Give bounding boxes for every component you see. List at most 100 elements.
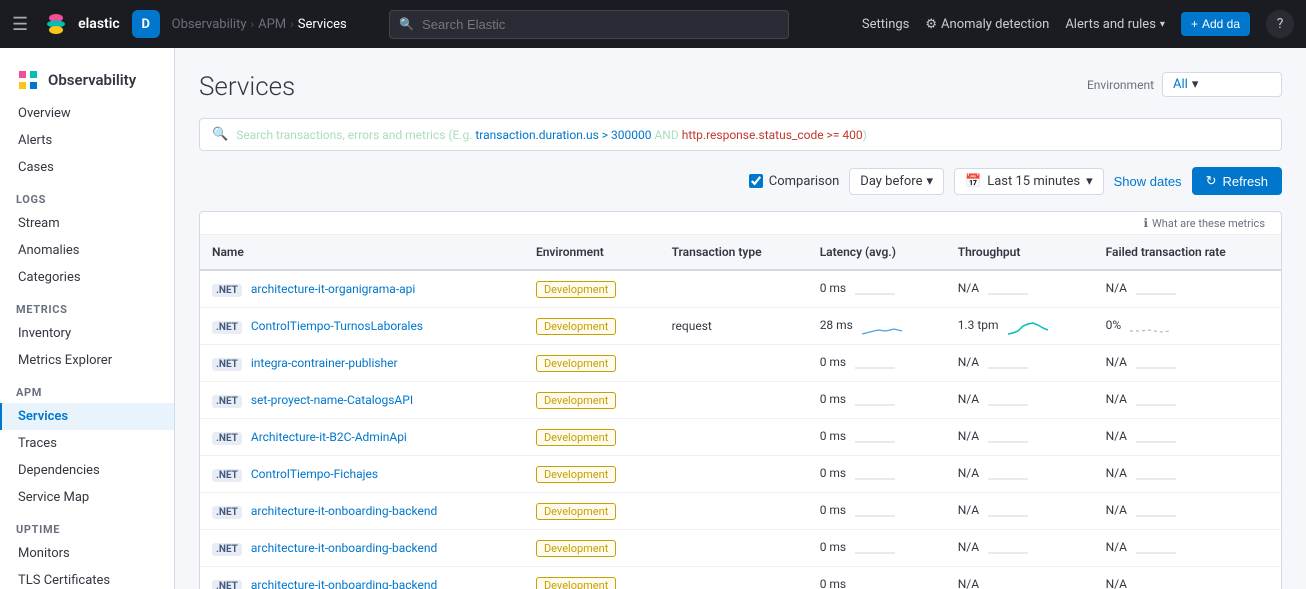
service-failed-cell: N/A bbox=[1094, 419, 1281, 456]
service-failed-cell: 0% bbox=[1094, 308, 1281, 345]
sidebar-item-overview[interactable]: Overview bbox=[0, 100, 174, 127]
sidebar-item-service-map[interactable]: Service Map bbox=[0, 484, 174, 511]
service-throughput-cell: N/A bbox=[946, 530, 1094, 567]
sidebar-item-dependencies[interactable]: Dependencies bbox=[0, 457, 174, 484]
latency-value: 0 ms bbox=[820, 281, 846, 295]
col-environment[interactable]: Environment bbox=[524, 235, 660, 270]
service-env-cell: Development bbox=[524, 308, 660, 345]
service-latency-cell: 0 ms bbox=[808, 567, 946, 589]
services-data-table: Name Environment Transaction type Latenc… bbox=[200, 235, 1281, 589]
service-link[interactable]: set-proyect-name-CatalogsAPI bbox=[251, 393, 413, 407]
col-failed-rate[interactable]: Failed transaction rate bbox=[1094, 235, 1281, 270]
service-link[interactable]: ControlTiempo-Fichajes bbox=[251, 467, 378, 481]
filter-bar[interactable]: 🔍 Search transactions, errors and metric… bbox=[199, 118, 1282, 151]
table-row: .NET Architecture-it-B2C-AdminApi Develo… bbox=[200, 419, 1281, 456]
net-badge: .NET bbox=[212, 469, 242, 482]
hamburger-icon[interactable]: ☰ bbox=[12, 14, 28, 35]
time-range-picker[interactable]: 📅 Last 15 minutes ▾ bbox=[954, 168, 1104, 195]
sidebar-item-categories[interactable]: Categories bbox=[0, 264, 174, 291]
service-latency-cell: 0 ms bbox=[808, 493, 946, 530]
service-failed-cell: N/A bbox=[1094, 530, 1281, 567]
env-tag: Development bbox=[536, 503, 616, 520]
service-throughput-cell: 1.3 tpm bbox=[946, 308, 1094, 345]
filter-placeholder: Search transactions, errors and metrics … bbox=[236, 128, 1269, 142]
sidebar-item-inventory[interactable]: Inventory bbox=[0, 320, 174, 347]
latency-chart bbox=[855, 390, 895, 410]
env-tag: Development bbox=[536, 355, 616, 372]
show-dates-button[interactable]: Show dates bbox=[1114, 174, 1182, 189]
time-range-value: Last 15 minutes bbox=[987, 174, 1080, 189]
service-link[interactable]: architecture-it-onboarding-backend bbox=[251, 541, 437, 555]
service-link[interactable]: integra-contrainer-publisher bbox=[251, 356, 398, 370]
env-select[interactable]: All ▾ bbox=[1162, 72, 1282, 97]
help-icon[interactable]: ? bbox=[1266, 10, 1294, 38]
breadcrumb: Observability › APM › Services bbox=[172, 17, 347, 32]
net-badge: .NET bbox=[212, 506, 242, 519]
breadcrumb-services[interactable]: Services bbox=[298, 17, 347, 32]
service-link[interactable]: architecture-it-onboarding-backend bbox=[251, 578, 437, 589]
table-row: .NET ControlTiempo-TurnosLaborales Devel… bbox=[200, 308, 1281, 345]
page-title: Services bbox=[199, 72, 295, 102]
throughput-chart bbox=[988, 390, 1028, 410]
service-tx-type-cell bbox=[660, 456, 808, 493]
sidebar-item-tls[interactable]: TLS Certificates bbox=[0, 567, 174, 589]
latency-value: 0 ms bbox=[820, 466, 846, 480]
latency-chart bbox=[855, 501, 895, 521]
service-latency-cell: 0 ms bbox=[808, 270, 946, 308]
refresh-button[interactable]: ↻ Refresh bbox=[1192, 167, 1282, 195]
chevron-down-icon: ▾ bbox=[1192, 77, 1199, 92]
service-throughput-cell: N/A bbox=[946, 270, 1094, 308]
throughput-chart bbox=[1008, 316, 1048, 336]
sidebar-item-metrics-explorer[interactable]: Metrics Explorer bbox=[0, 347, 174, 374]
net-badge: .NET bbox=[212, 284, 242, 297]
service-latency-cell: 28 ms bbox=[808, 308, 946, 345]
throughput-chart bbox=[988, 427, 1028, 447]
sidebar-item-services[interactable]: Services bbox=[0, 403, 174, 430]
latency-value: 0 ms bbox=[820, 355, 846, 369]
col-throughput[interactable]: Throughput bbox=[946, 235, 1094, 270]
sidebar-item-cases[interactable]: Cases bbox=[0, 154, 174, 181]
service-link[interactable]: Architecture-it-B2C-AdminApi bbox=[251, 430, 407, 444]
col-transaction-type[interactable]: Transaction type bbox=[660, 235, 808, 270]
service-link[interactable]: architecture-it-organigrama-api bbox=[251, 282, 415, 296]
service-name-cell: .NET ControlTiempo-Fichajes bbox=[200, 456, 524, 493]
service-env-cell: Development bbox=[524, 456, 660, 493]
add-data-button[interactable]: + Add da bbox=[1181, 12, 1250, 36]
alerts-rules-nav-item[interactable]: Alerts and rules ▾ bbox=[1065, 17, 1165, 32]
service-env-cell: Development bbox=[524, 493, 660, 530]
failed-value: N/A bbox=[1106, 577, 1127, 589]
sidebar-item-alerts[interactable]: Alerts bbox=[0, 127, 174, 154]
service-throughput-cell: N/A bbox=[946, 567, 1094, 589]
throughput-chart bbox=[988, 575, 1028, 589]
failed-value: N/A bbox=[1106, 540, 1127, 554]
sidebar-item-stream[interactable]: Stream bbox=[0, 210, 174, 237]
col-name[interactable]: Name bbox=[200, 235, 524, 270]
latency-chart bbox=[855, 538, 895, 558]
comparison-checkbox[interactable] bbox=[749, 174, 763, 188]
throughput-value: N/A bbox=[958, 503, 979, 517]
env-tag: Development bbox=[536, 281, 616, 298]
info-icon: ℹ bbox=[1143, 216, 1148, 230]
service-failed-cell: N/A bbox=[1094, 382, 1281, 419]
net-badge: .NET bbox=[212, 395, 242, 408]
service-link[interactable]: architecture-it-onboarding-backend bbox=[251, 504, 437, 518]
global-search-input[interactable] bbox=[389, 10, 789, 39]
sidebar-logo-text: Observability bbox=[48, 71, 136, 89]
sidebar-item-monitors[interactable]: Monitors bbox=[0, 540, 174, 567]
latency-chart bbox=[855, 575, 895, 589]
breadcrumb-observability[interactable]: Observability bbox=[172, 17, 247, 32]
col-latency[interactable]: Latency (avg.) bbox=[808, 235, 946, 270]
service-env-cell: Development bbox=[524, 270, 660, 308]
anomaly-detection-nav-item[interactable]: ⚙ Anomaly detection bbox=[925, 17, 1049, 32]
settings-nav-item[interactable]: Settings bbox=[862, 17, 909, 32]
toolbar: Comparison Day before ▾ 📅 Last 15 minute… bbox=[199, 167, 1282, 195]
net-badge: .NET bbox=[212, 358, 242, 371]
sidebar-item-traces[interactable]: Traces bbox=[0, 430, 174, 457]
table-row: .NET architecture-it-onboarding-backend … bbox=[200, 567, 1281, 589]
day-before-select[interactable]: Day before ▾ bbox=[849, 168, 944, 195]
sidebar-item-anomalies[interactable]: Anomalies bbox=[0, 237, 174, 264]
service-env-cell: Development bbox=[524, 419, 660, 456]
service-latency-cell: 0 ms bbox=[808, 419, 946, 456]
breadcrumb-apm[interactable]: APM bbox=[258, 17, 286, 32]
service-link[interactable]: ControlTiempo-TurnosLaborales bbox=[251, 319, 423, 333]
